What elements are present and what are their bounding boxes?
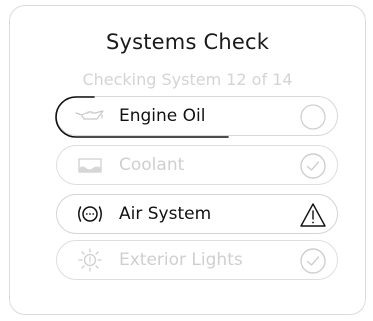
exterior-light-icon [73,248,107,272]
page-title: Systems Check [105,30,270,54]
warning-triangle-icon [299,201,327,229]
check-circle-icon [299,152,327,180]
system-label-engine-oil: Engine Oil [119,106,206,126]
coolant-icon [73,154,107,176]
circle-empty-icon [299,103,327,131]
system-label-air-system: Air System [119,204,212,224]
check-circle-icon [299,247,327,275]
progress-subtitle: Checking System 12 of 14 [82,70,293,89]
system-row-coolant[interactable]: Coolant [56,145,338,185]
system-label-coolant: Coolant [119,155,185,175]
oil-can-icon [73,105,107,127]
system-row-air-system[interactable]: Air System [56,194,338,234]
system-row-engine-oil[interactable]: Engine Oil [56,96,338,136]
system-label-exterior-lights: Exterior Lights [119,250,243,270]
system-row-exterior-lights[interactable]: Exterior Lights [56,240,338,280]
air-brake-icon [73,203,107,225]
